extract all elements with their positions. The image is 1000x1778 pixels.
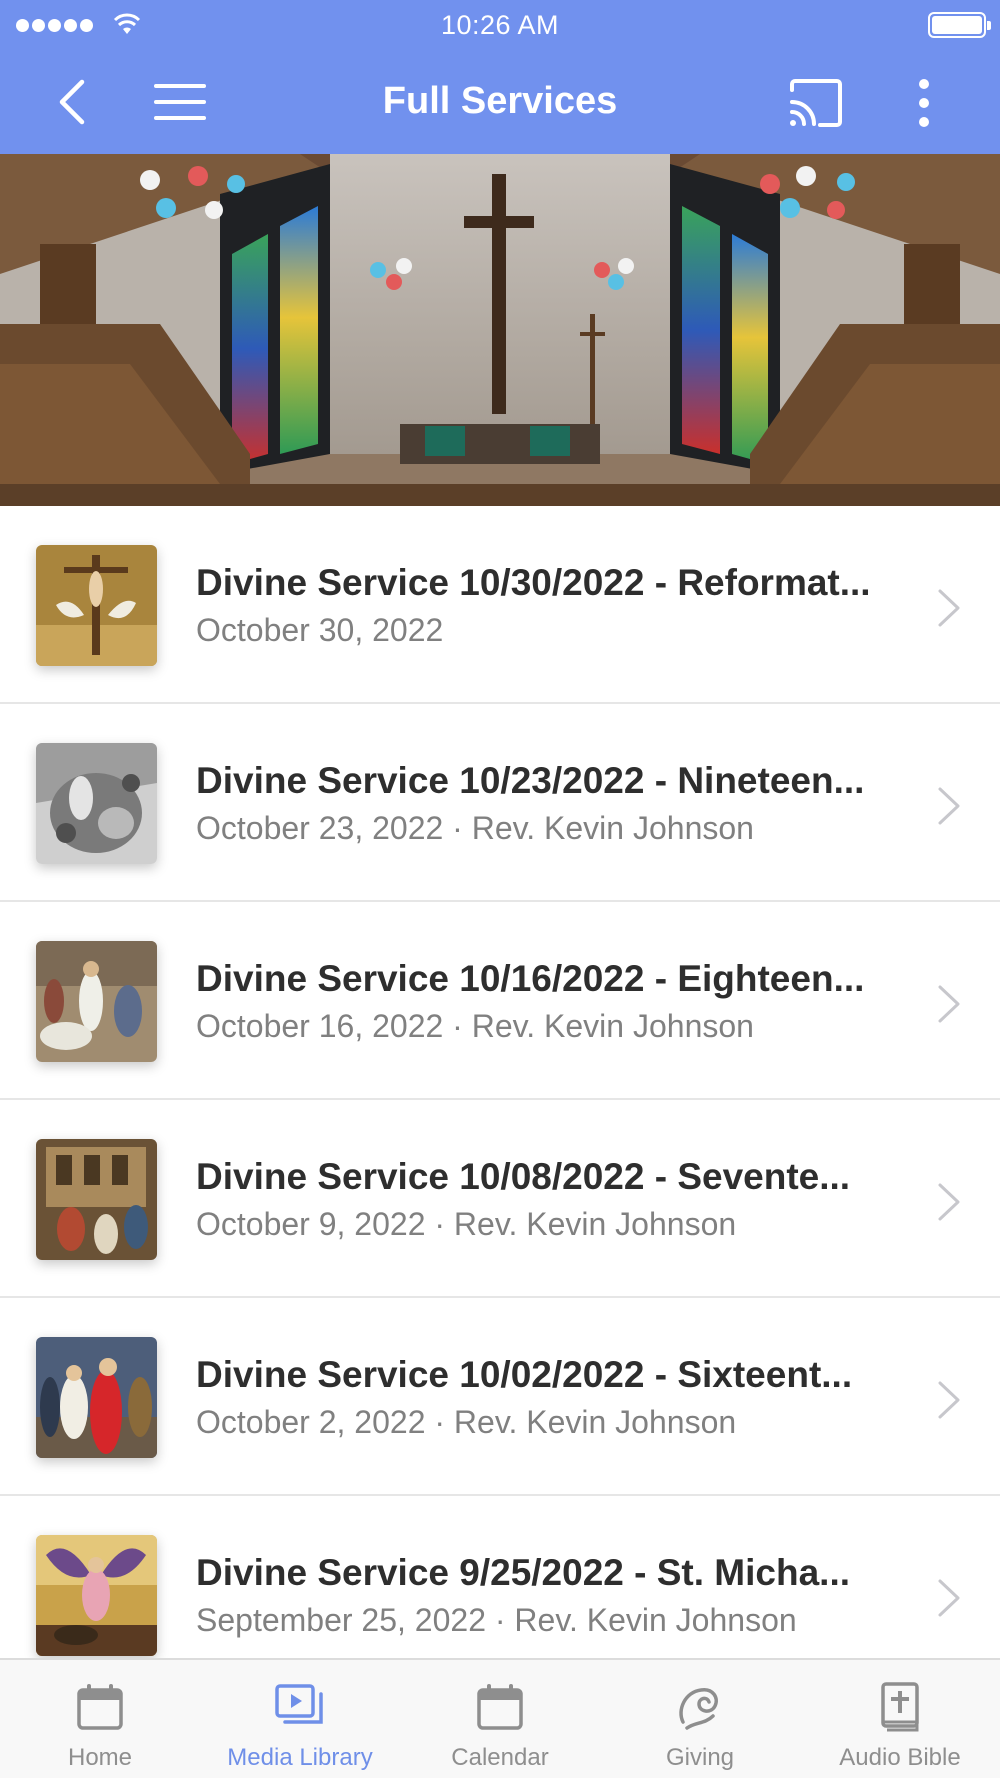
market-painting-thumbnail [36,1139,157,1260]
chevron-right-icon [938,985,960,1023]
engraving-crowd-thumbnail [36,743,157,864]
bible-icon [881,1682,919,1732]
status-time: 10:26 AM [440,10,560,40]
tab-label: Media Library [227,1744,373,1771]
chevron-right-icon [938,1381,960,1419]
chevron-right-icon [938,589,960,627]
status-bar: 10:26 AM [0,0,1000,50]
tab-calendar[interactable]: Calendar [400,1660,600,1778]
service-subtitle: October 9, 2022 · Rev. Kevin Johnson [196,1206,737,1242]
bottom-tab-bar: Home Media Library Calendar Giving Audio… [0,1658,1000,1778]
archangel-michael-painting-thumbnail [36,1535,157,1656]
tab-home[interactable]: Home [0,1660,200,1778]
app-header: 10:26 AM Full Services [0,0,1000,154]
service-subtitle: September 25, 2022 · Rev. Kevin Johnson [196,1602,797,1638]
battery-icon [928,12,991,38]
cast-icon[interactable] [786,78,846,128]
list-item[interactable]: Divine Service 10/23/2022 - Nineteen... … [0,704,1000,902]
more-options-icon[interactable] [910,76,938,130]
giving-icon [679,1688,718,1730]
service-title: Divine Service 10/30/2022 - Reformat... [196,562,871,603]
service-title: Divine Service 9/25/2022 - St. Micha... [196,1552,851,1593]
list-item[interactable]: Divine Service 9/25/2022 - St. Micha... … [0,1496,1000,1658]
service-title: Divine Service 10/23/2022 - Nineteen... [196,760,865,801]
media-library-icon [275,1684,323,1724]
healing-painting-thumbnail [36,941,157,1062]
service-title: Divine Service 10/08/2022 - Sevente... [196,1156,851,1197]
crucifixion-painting-thumbnail [36,545,157,666]
list-item[interactable]: Divine Service 10/16/2022 - Eighteen... … [0,902,1000,1100]
christ-red-robe-painting-thumbnail [36,1337,157,1458]
service-title: Divine Service 10/16/2022 - Eighteen... [196,958,865,999]
service-subtitle: October 16, 2022 · Rev. Kevin Johnson [196,1008,754,1044]
list-item[interactable]: Divine Service 10/02/2022 - Sixteent... … [0,1298,1000,1496]
chevron-right-icon [938,787,960,825]
service-subtitle: October 2, 2022 · Rev. Kevin Johnson [196,1404,737,1440]
tab-label: Home [67,1744,133,1771]
list-item[interactable]: Divine Service 10/30/2022 - Reformat... … [0,506,1000,704]
tab-label: Audio Bible [839,1744,961,1771]
chevron-right-icon [938,1183,960,1221]
chevron-right-icon [938,1579,960,1617]
calendar-icon [77,1684,123,1730]
page-title: Full Services [382,80,618,122]
tab-media-library[interactable]: Media Library [200,1660,400,1778]
tab-label: Calendar [451,1744,549,1771]
church-sanctuary-banner-image [0,154,1000,506]
tab-giving[interactable]: Giving [600,1660,800,1778]
tab-audio-bible[interactable]: Audio Bible [800,1660,1000,1778]
tab-label: Giving [665,1744,735,1771]
service-list: Divine Service 10/30/2022 - Reformat... … [0,506,1000,1658]
service-title: Divine Service 10/02/2022 - Sixteent... [196,1354,853,1395]
service-subtitle: October 30, 2022 [196,612,444,648]
service-subtitle: October 23, 2022 · Rev. Kevin Johnson [196,810,754,846]
list-item[interactable]: Divine Service 10/08/2022 - Sevente... O… [0,1100,1000,1298]
calendar-icon [477,1684,523,1730]
